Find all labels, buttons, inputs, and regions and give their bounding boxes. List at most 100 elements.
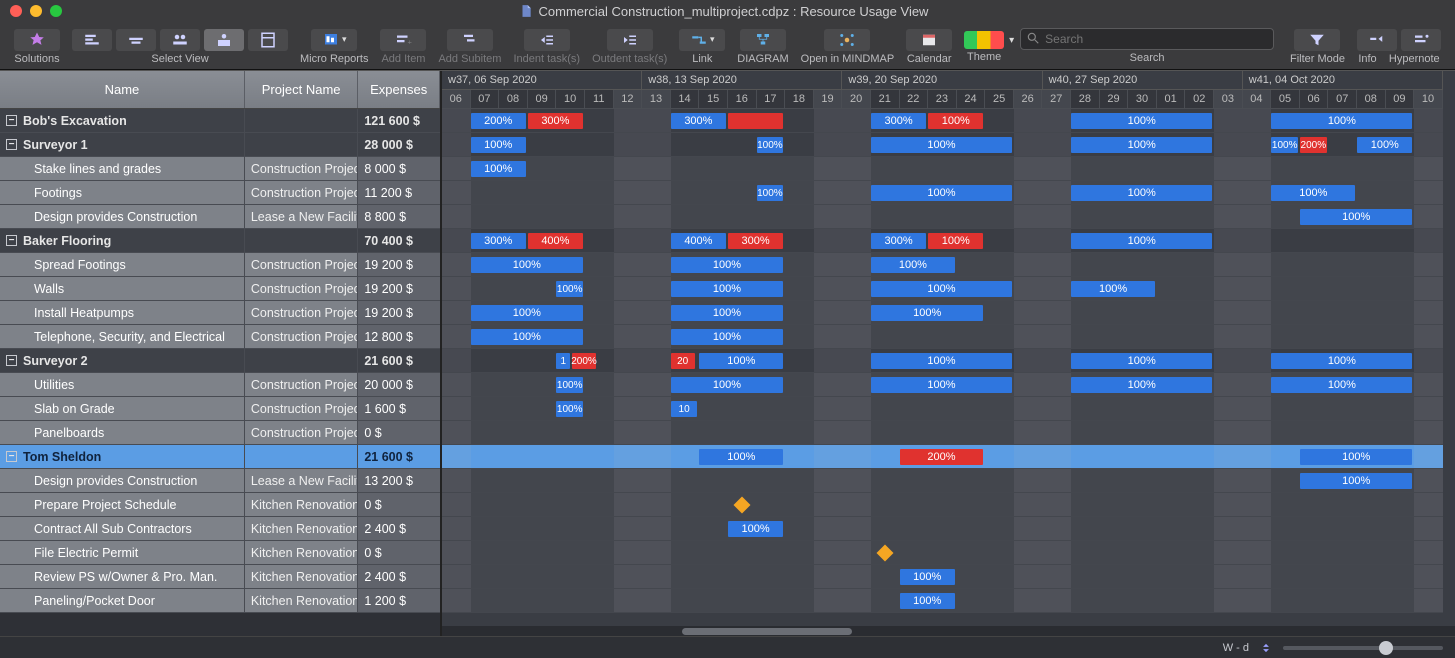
timeline-row[interactable]: 100%100% xyxy=(442,325,1443,349)
link-button[interactable]: ▾ xyxy=(679,29,725,51)
allocation-bar[interactable]: 100% xyxy=(1357,137,1412,153)
mindmap-group[interactable]: Open in MINDMAP xyxy=(795,22,901,69)
calendar-button[interactable] xyxy=(906,29,952,51)
table-row[interactable]: Contract All Sub ContractorsKitchen Reno… xyxy=(0,517,440,541)
timeline-row[interactable]: 100% xyxy=(442,157,1443,181)
day-header[interactable]: 10 xyxy=(1414,90,1443,109)
milestone-icon[interactable] xyxy=(734,497,751,514)
indent-group[interactable]: Indent task(s) xyxy=(507,22,586,69)
info-group[interactable]: Info Hypernote xyxy=(1351,22,1447,69)
day-header[interactable]: 17 xyxy=(757,90,786,109)
table-row[interactable]: Slab on GradeConstruction Project1 600 $ xyxy=(0,397,440,421)
mindmap-button[interactable] xyxy=(824,29,870,51)
day-header[interactable]: 08 xyxy=(1357,90,1386,109)
timeline-row[interactable]: 1200%20100%100%100%100% xyxy=(442,349,1443,373)
table-row[interactable]: WallsConstruction Project19 200 $ xyxy=(0,277,440,301)
week-header[interactable]: w41, 04 Oct 2020 xyxy=(1243,71,1443,90)
allocation-bar[interactable]: 100% xyxy=(699,449,783,465)
table-row[interactable]: Install HeatpumpsConstruction Project19 … xyxy=(0,301,440,325)
allocation-bar[interactable]: 100% xyxy=(1271,377,1412,393)
timeline-grid[interactable]: 200%300%300%300%100%100%100%100%100%100%… xyxy=(442,109,1455,613)
allocation-bar[interactable]: 100% xyxy=(671,305,783,321)
timeline-row[interactable]: 100% xyxy=(442,565,1443,589)
table-row[interactable]: Paneling/Pocket DoorKitchen Renovation1 … xyxy=(0,589,440,613)
week-header[interactable]: w40, 27 Sep 2020 xyxy=(1043,71,1243,90)
day-header[interactable]: 13 xyxy=(642,90,671,109)
day-header[interactable]: 02 xyxy=(1185,90,1214,109)
allocation-bar[interactable]: 100% xyxy=(871,377,1012,393)
outdent-button[interactable] xyxy=(607,29,653,51)
allocation-bar[interactable]: 100% xyxy=(671,257,783,273)
header-name[interactable]: Name xyxy=(0,71,245,108)
allocation-bar[interactable]: 400% xyxy=(528,233,583,249)
allocation-bar[interactable]: 100% xyxy=(1271,137,1298,153)
table-row[interactable]: Review PS w/Owner & Pro. Man.Kitchen Ren… xyxy=(0,565,440,589)
view-usage-button[interactable] xyxy=(204,29,244,51)
allocation-bar[interactable]: 100% xyxy=(471,137,526,153)
timeline-row[interactable]: 100% xyxy=(442,205,1443,229)
allocation-bar[interactable]: 100% xyxy=(671,377,783,393)
day-header[interactable]: 20 xyxy=(842,90,871,109)
allocation-bar[interactable]: 100% xyxy=(871,353,1012,369)
table-row[interactable]: Stake lines and gradesConstruction Proje… xyxy=(0,157,440,181)
week-header[interactable]: w37, 06 Sep 2020 xyxy=(442,71,642,90)
collapse-icon[interactable]: − xyxy=(6,115,17,126)
solutions-button[interactable] xyxy=(14,29,60,51)
allocation-bar[interactable]: 100% xyxy=(471,329,583,345)
header-expenses[interactable]: Expenses xyxy=(358,71,440,108)
timeline-row[interactable]: 100% xyxy=(442,589,1443,613)
search-input[interactable] xyxy=(1020,28,1274,50)
minimize-icon[interactable] xyxy=(30,5,42,17)
allocation-bar[interactable]: 100% xyxy=(556,401,583,417)
timeline-row[interactable]: 200%300%300%300%100%100%100% xyxy=(442,109,1443,133)
timeline-row[interactable]: 100%100%100%100% xyxy=(442,277,1443,301)
allocation-bar[interactable]: 300% xyxy=(871,233,926,249)
table-row[interactable]: Telephone, Security, and ElectricalConst… xyxy=(0,325,440,349)
collapse-icon[interactable]: − xyxy=(6,355,17,366)
table-row[interactable]: UtilitiesConstruction Project20 000 $ xyxy=(0,373,440,397)
allocation-bar[interactable]: 100% xyxy=(1071,377,1212,393)
allocation-bar[interactable] xyxy=(728,113,783,129)
allocation-bar[interactable]: 20 xyxy=(671,353,695,369)
timeline-row[interactable]: 100% xyxy=(442,469,1443,493)
collapse-icon[interactable]: − xyxy=(6,139,17,150)
allocation-bar[interactable]: 100% xyxy=(900,593,955,609)
timeline-row[interactable]: 100%100%100%100%100% xyxy=(442,373,1443,397)
allocation-bar[interactable]: 300% xyxy=(471,233,526,249)
day-header[interactable]: 24 xyxy=(957,90,986,109)
allocation-bar[interactable]: 200% xyxy=(900,449,984,465)
day-header[interactable]: 26 xyxy=(1014,90,1043,109)
solutions-group[interactable]: Solutions xyxy=(8,22,66,69)
hypernote-button[interactable] xyxy=(1401,29,1441,51)
day-header[interactable]: 10 xyxy=(556,90,585,109)
filter-mode-button[interactable] xyxy=(1294,29,1340,51)
timeline-row[interactable]: 300%400%400%300%300%100%100% xyxy=(442,229,1443,253)
day-header[interactable]: 05 xyxy=(1271,90,1300,109)
table-row[interactable]: Design provides ConstructionLease a New … xyxy=(0,205,440,229)
micro-reports-group[interactable]: ▾ Micro Reports xyxy=(294,22,374,69)
horizontal-scrollbar[interactable] xyxy=(442,626,1455,636)
day-header[interactable]: 01 xyxy=(1157,90,1186,109)
add-item-button[interactable]: + xyxy=(380,29,426,51)
table-row[interactable]: −Surveyor 221 600 $ xyxy=(0,349,440,373)
allocation-bar[interactable]: 100% xyxy=(871,281,1012,297)
table-row[interactable]: −Bob's Excavation121 600 $ xyxy=(0,109,440,133)
header-project[interactable]: Project Name xyxy=(245,71,358,108)
allocation-bar[interactable]: 100% xyxy=(1071,137,1212,153)
day-header[interactable]: 11 xyxy=(585,90,614,109)
day-header[interactable]: 29 xyxy=(1100,90,1129,109)
allocation-bar[interactable]: 100% xyxy=(757,185,784,201)
day-header[interactable]: 03 xyxy=(1214,90,1243,109)
view-gantt-button[interactable] xyxy=(72,29,112,51)
day-header[interactable]: 16 xyxy=(728,90,757,109)
allocation-bar[interactable]: 1 xyxy=(556,353,570,369)
allocation-bar[interactable]: 100% xyxy=(1071,113,1212,129)
allocation-bar[interactable]: 100% xyxy=(871,257,955,273)
timeline-row[interactable] xyxy=(442,541,1443,565)
link-group[interactable]: ▾ Link xyxy=(673,22,731,69)
allocation-bar[interactable]: 200% xyxy=(1300,137,1327,153)
timeline-row[interactable]: 100%10 xyxy=(442,397,1443,421)
zoom-icon[interactable] xyxy=(50,5,62,17)
allocation-bar[interactable]: 100% xyxy=(1071,185,1212,201)
allocation-bar[interactable]: 100% xyxy=(671,281,783,297)
